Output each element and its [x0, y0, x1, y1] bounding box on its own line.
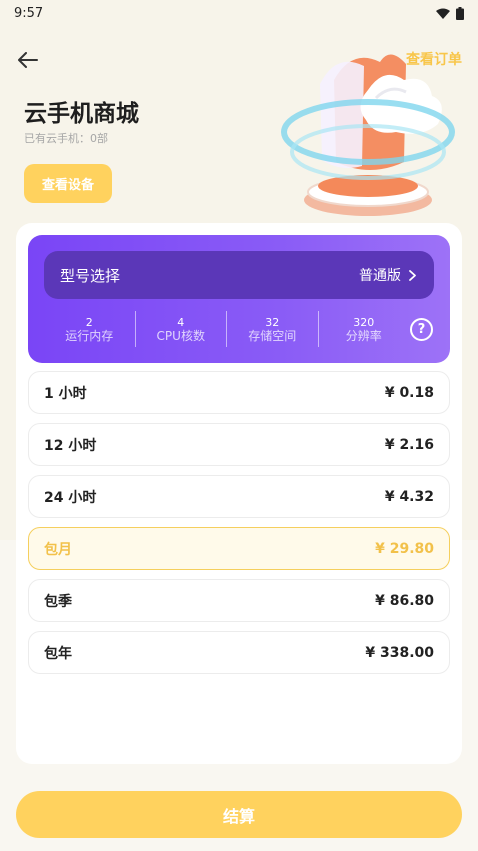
model-select-label: 型号选择 — [60, 266, 121, 285]
spec-value: 4 — [177, 315, 185, 329]
plan-item-quarterly[interactable]: 包季 ¥ 86.80 — [28, 579, 450, 622]
spec-item-storage: 32 存储空间 — [227, 311, 319, 347]
plan-price: ¥ 86.80 — [375, 592, 434, 609]
plan-item-12-hours[interactable]: 12 小时 ¥ 2.16 — [28, 423, 450, 466]
arrow-left-icon — [18, 52, 38, 68]
plan-price: ¥ 338.00 — [365, 644, 434, 661]
view-device-button[interactable]: 查看设备 — [24, 164, 112, 203]
status-time: 9:57 — [14, 5, 44, 21]
spec-label: 分辨率 — [345, 328, 382, 343]
plan-name: 24 小时 — [44, 489, 97, 506]
model-select[interactable]: 型号选择 普通版 — [44, 251, 434, 299]
status-icons — [436, 6, 464, 20]
spec-item-ram: 2 运行内存 — [44, 311, 136, 347]
plan-item-yearly[interactable]: 包年 ¥ 338.00 — [28, 631, 450, 674]
spec-item-resolution: 320 分辨率 — [319, 311, 410, 347]
plan-price: ¥ 2.16 — [384, 436, 434, 453]
plan-name: 包年 — [44, 645, 72, 662]
help-icon[interactable]: ? — [410, 318, 433, 341]
plan-item-24-hours[interactable]: 24 小时 ¥ 4.32 — [28, 475, 450, 518]
checkout-button[interactable]: 结算 — [16, 791, 462, 838]
spec-label: CPU核数 — [156, 328, 205, 343]
plan-name: 12 小时 — [44, 437, 97, 454]
plan-price: ¥ 0.18 — [384, 384, 434, 401]
plan-price: ¥ 4.32 — [384, 488, 434, 505]
plan-name: 1 小时 — [44, 385, 87, 402]
plan-name: 包季 — [44, 593, 72, 610]
chevron-right-icon — [409, 269, 416, 281]
status-bar: 9:57 — [0, 0, 478, 26]
spec-item-cpu: 4 CPU核数 — [136, 311, 227, 347]
back-button[interactable] — [14, 46, 42, 74]
owned-phones-count: 已有云手机：0部 — [24, 132, 108, 145]
spec-label: 运行内存 — [65, 328, 114, 343]
plan-item-1-hour[interactable]: 1 小时 ¥ 0.18 — [28, 371, 450, 414]
spec-value: 2 — [85, 315, 93, 329]
spec-value: 32 — [265, 315, 280, 329]
plan-item-monthly[interactable]: 包月 ¥ 29.80 — [28, 527, 450, 570]
spec-label: 存储空间 — [248, 328, 297, 343]
page-title: 云手机商城 — [24, 101, 139, 127]
model-select-value: 普通版 — [359, 268, 401, 284]
plan-name: 包月 — [44, 541, 72, 558]
spec-value: 320 — [353, 315, 375, 329]
wifi-icon — [436, 8, 450, 19]
cloud-illustration — [281, 54, 455, 216]
model-select-value-wrap: 普通版 — [359, 265, 416, 285]
plan-price: ¥ 29.80 — [375, 540, 434, 557]
battery-icon — [456, 6, 464, 20]
spec-list: 2 运行内存 4 CPU核数 32 存储空间 320 分辨率 — [44, 311, 409, 347]
